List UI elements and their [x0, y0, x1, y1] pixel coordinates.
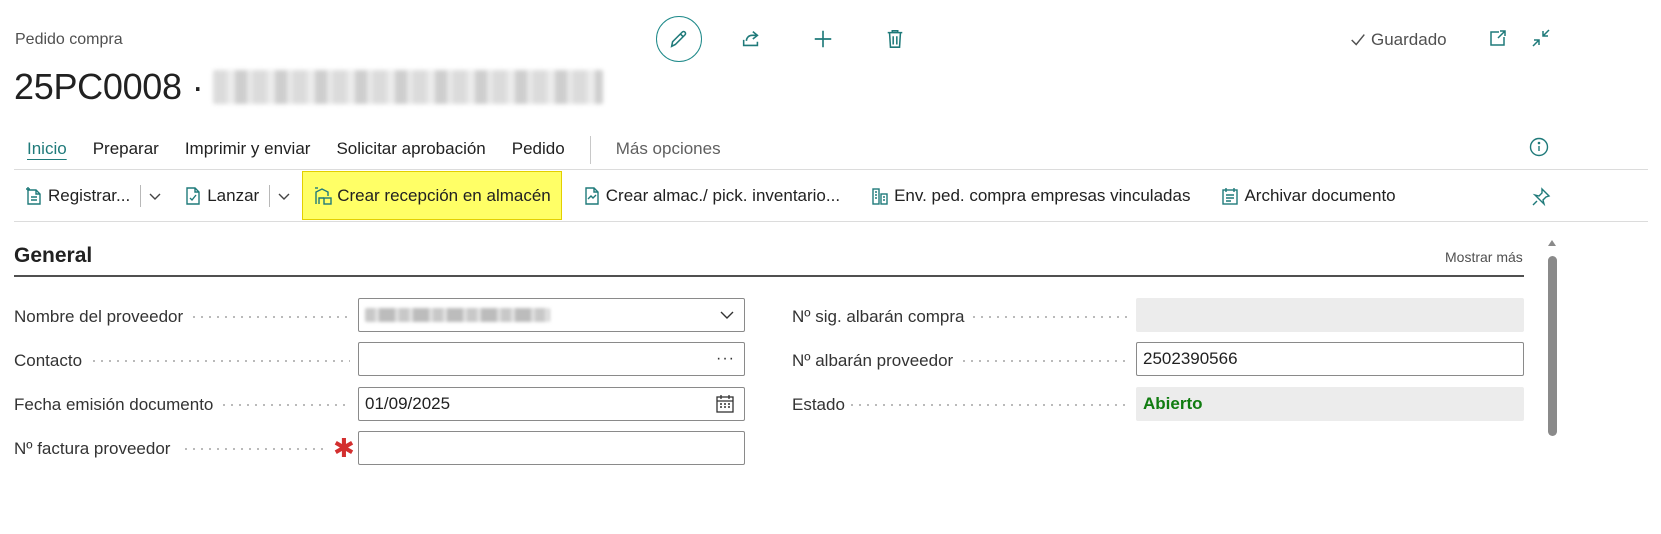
status-field: Abierto — [1136, 387, 1524, 421]
leader-dots — [90, 360, 350, 362]
create-inventory-pick-button[interactable]: Crear almac./ pick. inventario... — [572, 171, 850, 220]
leader-dots — [960, 360, 1128, 362]
open-new-window-button[interactable] — [1488, 28, 1508, 48]
pin-icon — [1531, 187, 1551, 207]
send-intercompany-label: Env. ped. compra empresas vinculadas — [894, 185, 1191, 205]
delete-button[interactable] — [872, 16, 918, 62]
release-document-icon — [183, 186, 203, 206]
record-number: 25PC0008 — [14, 66, 182, 107]
tab-inicio[interactable]: Inicio — [14, 137, 80, 163]
create-warehouse-receipt-button[interactable]: Crear recepción en almacén — [302, 171, 562, 220]
collapse-button[interactable] — [1531, 28, 1551, 48]
vendor-shipment-no-label: Nº albarán proveedor — [792, 351, 954, 370]
tab-pedido[interactable]: Pedido — [499, 137, 578, 163]
status-label: Estado — [792, 395, 845, 414]
share-button[interactable] — [728, 16, 774, 62]
info-icon — [1529, 137, 1549, 157]
vendor-invoice-no-field[interactable] — [358, 431, 745, 465]
redacted-vendor-name — [213, 70, 604, 104]
tab-imprimir-y-enviar[interactable]: Imprimir y enviar — [172, 137, 324, 163]
page-title: 25PC0008 · — [14, 66, 604, 108]
collapse-icon — [1531, 28, 1551, 48]
edit-button[interactable] — [656, 16, 702, 62]
tab-divider — [589, 136, 591, 164]
leader-dots — [182, 448, 327, 450]
tabs-divider — [14, 169, 1648, 170]
action-tabs: Inicio Preparar Imprimir y enviar Solici… — [14, 136, 734, 164]
page-actions — [656, 16, 918, 62]
split-divider — [269, 184, 271, 207]
leader-dots — [190, 316, 350, 318]
vendor-name-label: Nombre del proveedor — [14, 307, 184, 326]
post-label: Registrar... — [48, 185, 131, 205]
status-value: Abierto — [1143, 394, 1203, 413]
archive-document-label: Archivar documento — [1244, 185, 1396, 205]
plus-icon — [812, 28, 834, 50]
checkmark-icon — [1349, 31, 1367, 49]
new-button[interactable] — [800, 16, 846, 62]
vendor-invoice-no-label: Nº factura proveedor — [14, 439, 171, 458]
contact-label: Contacto — [14, 351, 83, 370]
leader-dots — [970, 316, 1128, 318]
next-receipt-no-label: Nº sig. albarán compra — [792, 307, 965, 326]
document-date-field[interactable]: 01/09/2025 — [358, 387, 745, 421]
info-button[interactable] — [1529, 137, 1549, 157]
intercompany-icon — [870, 186, 890, 206]
calendar-icon[interactable] — [715, 394, 735, 414]
next-receipt-no-field — [1136, 298, 1524, 332]
post-document-icon — [24, 186, 44, 206]
chevron-down-icon[interactable] — [276, 188, 292, 204]
chevron-down-icon[interactable] — [719, 307, 735, 323]
post-button[interactable]: Registrar... — [14, 171, 173, 220]
create-inventory-pick-label: Crear almac./ pick. inventario... — [605, 185, 841, 205]
create-warehouse-receipt-label: Crear recepción en almacén — [337, 185, 551, 205]
scrollbar-thumb[interactable] — [1548, 256, 1557, 436]
send-intercompany-order-button[interactable]: Env. ped. compra empresas vinculadas — [860, 171, 1200, 220]
archive-icon — [1220, 186, 1240, 206]
vendor-name-field[interactable] — [358, 298, 745, 332]
leader-dots — [848, 404, 1128, 406]
vendor-shipment-no-field[interactable]: 2502390566 — [1136, 342, 1524, 376]
more-options-icon[interactable]: ··· — [716, 350, 735, 368]
pencil-icon — [668, 28, 690, 50]
tab-preparar[interactable]: Preparar — [80, 137, 172, 163]
share-icon — [740, 28, 762, 50]
split-divider — [140, 184, 142, 207]
show-more-link[interactable]: Mostrar más — [1445, 249, 1523, 265]
chevron-down-icon[interactable] — [147, 188, 163, 204]
vertical-scrollbar[interactable] — [1546, 240, 1558, 532]
saved-status: Guardado — [1349, 30, 1447, 50]
title-separator: · — [191, 66, 204, 107]
release-label: Lanzar — [207, 185, 260, 205]
archive-document-button[interactable]: Archivar documento — [1210, 171, 1405, 220]
contact-field[interactable]: ··· — [358, 342, 745, 376]
pop-out-icon — [1488, 28, 1508, 48]
section-underline — [14, 275, 1524, 277]
tab-solicitar-aprobacion[interactable]: Solicitar aprobación — [323, 137, 498, 163]
page-caption: Pedido compra — [15, 31, 123, 48]
scroll-up-arrow-icon[interactable] — [1548, 240, 1556, 246]
tab-mas-opciones[interactable]: Más opciones — [603, 137, 734, 163]
toolbar-divider — [14, 221, 1648, 222]
release-button[interactable]: Lanzar — [173, 171, 302, 220]
trash-icon — [885, 28, 905, 50]
document-date-value: 01/09/2025 — [365, 394, 451, 413]
leader-dots — [220, 404, 350, 406]
pin-button[interactable] — [1531, 187, 1551, 207]
section-title-general[interactable]: General — [14, 244, 92, 268]
warehouse-receipt-icon — [313, 186, 333, 206]
redacted-vendor-value — [365, 308, 550, 322]
saved-label: Guardado — [1371, 30, 1447, 49]
required-asterisk-icon: ✱ — [333, 433, 355, 463]
vendor-shipment-no-value: 2502390566 — [1143, 349, 1238, 368]
document-date-label: Fecha emisión documento — [14, 395, 214, 414]
action-toolbar: Registrar... Lanzar Crear recepción en a… — [14, 171, 1406, 220]
inventory-pick-icon — [582, 186, 602, 206]
